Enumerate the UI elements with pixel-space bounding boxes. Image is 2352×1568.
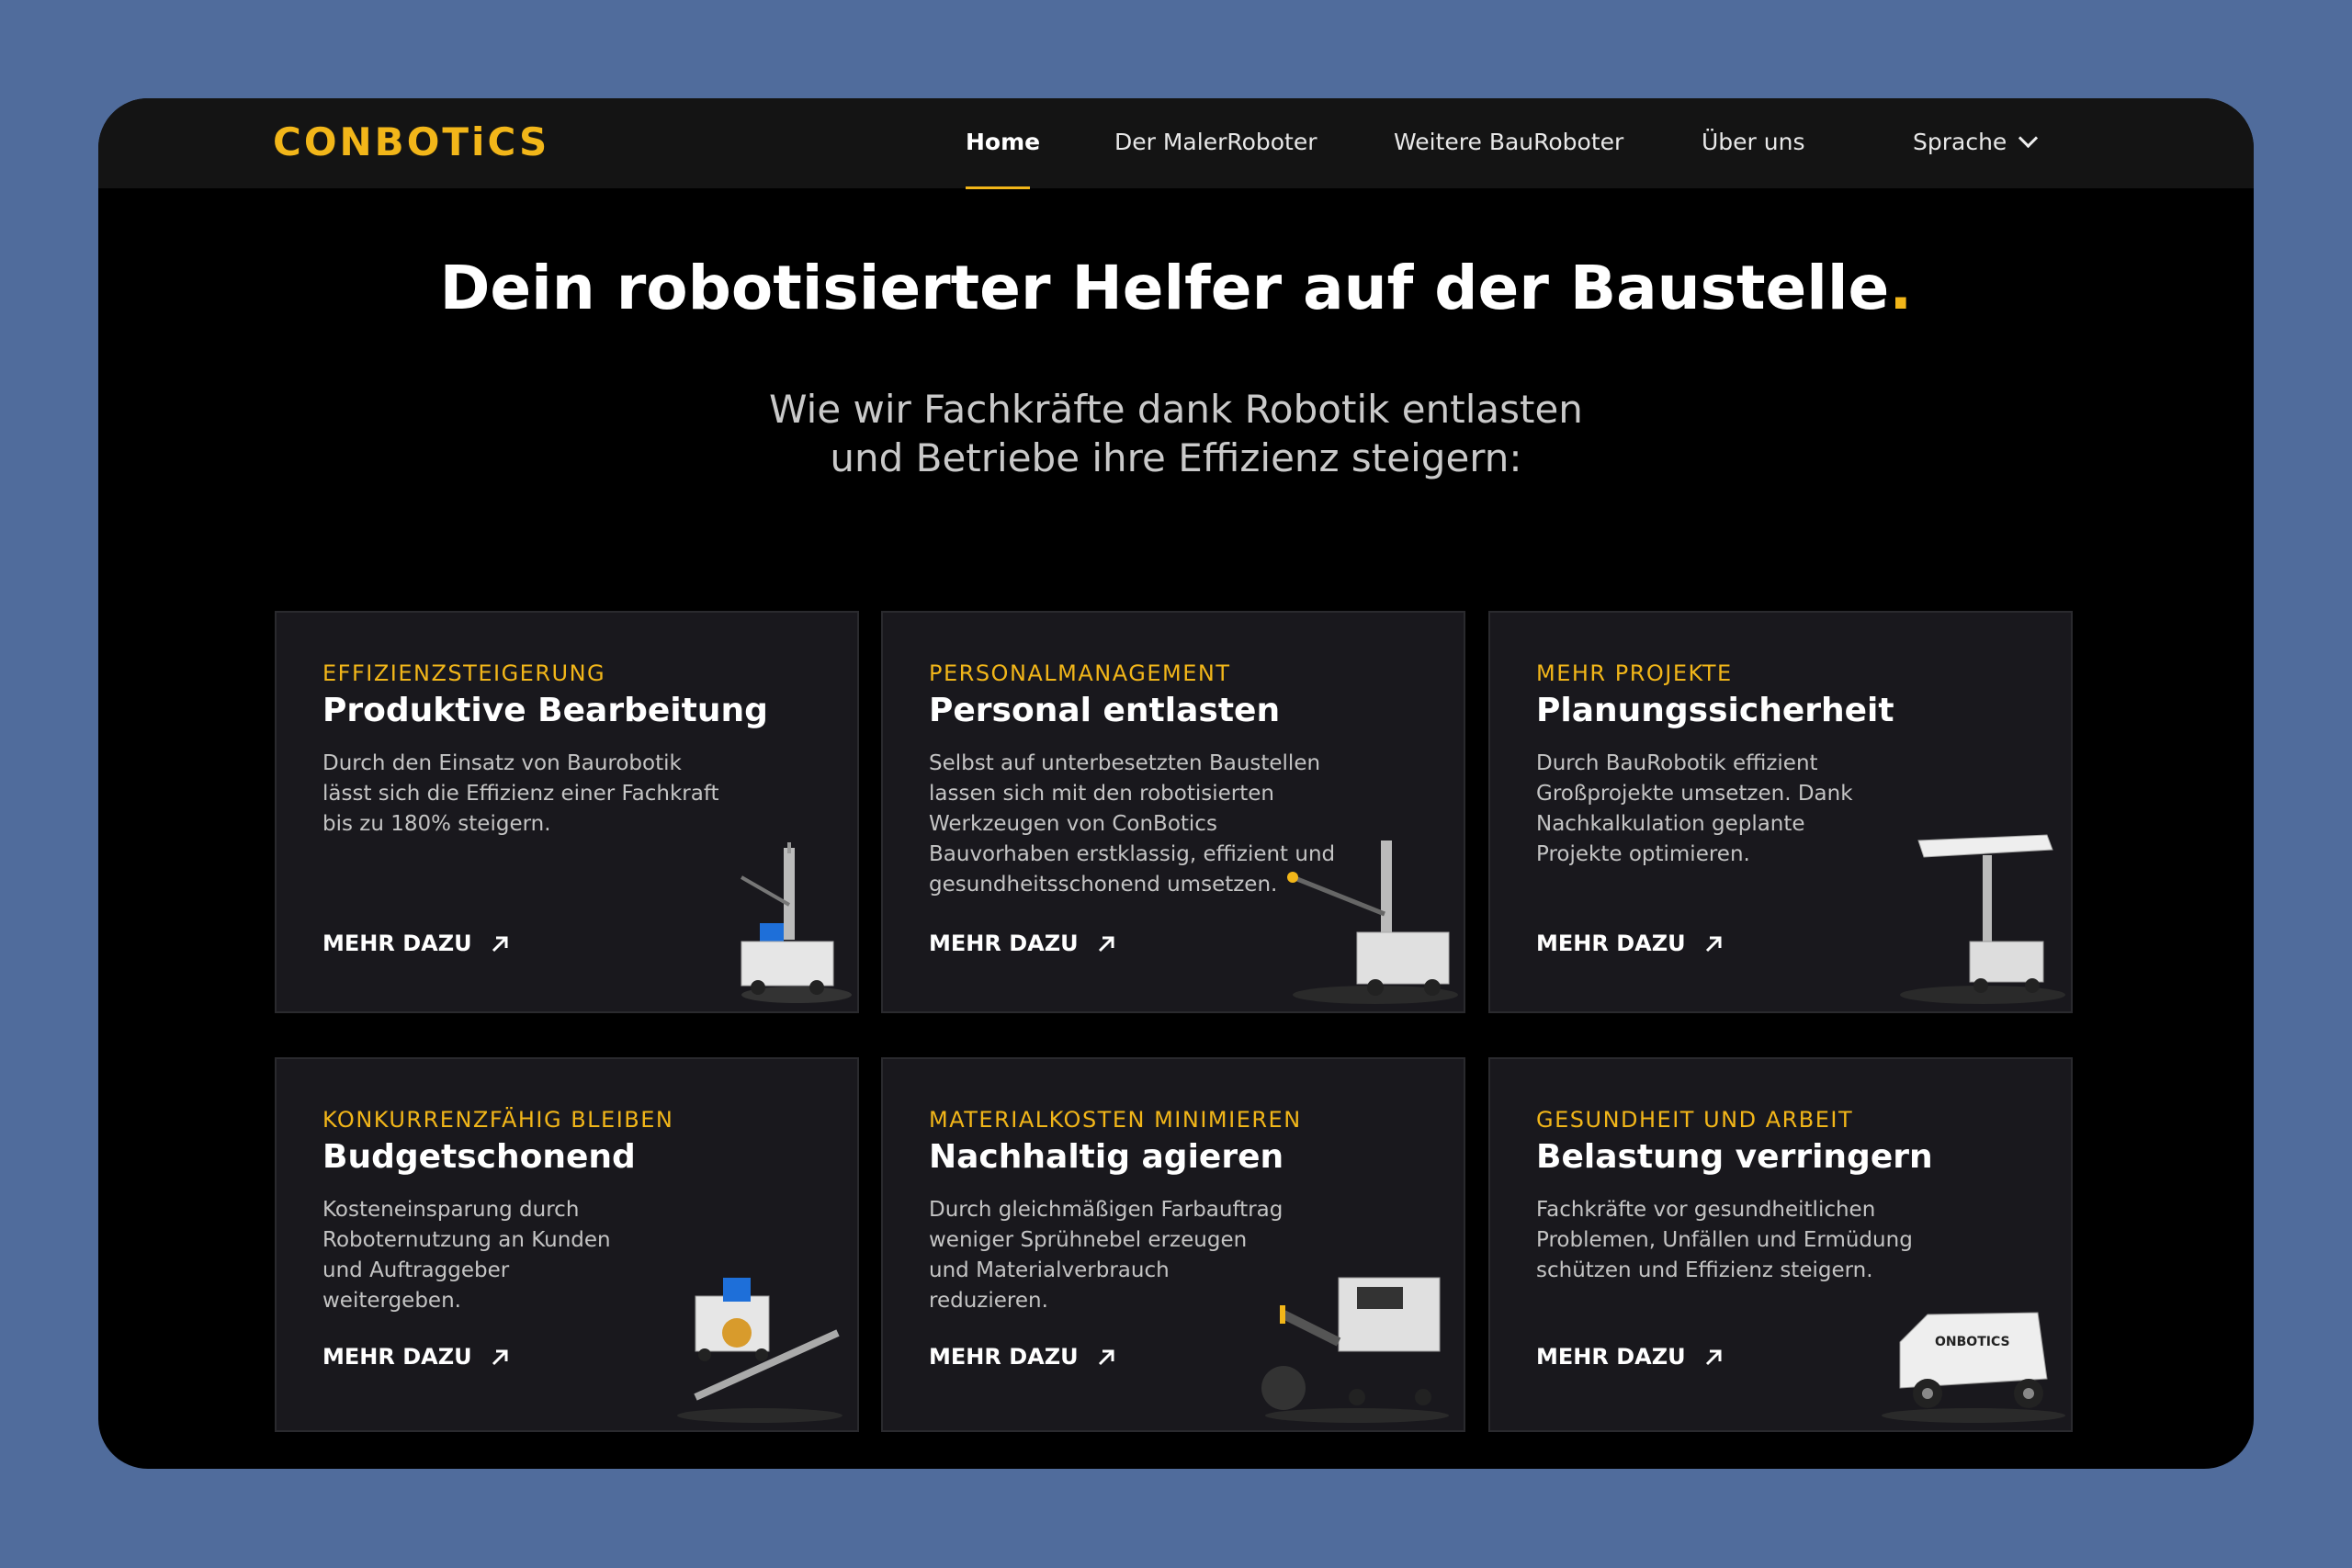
arrow-up-right-icon — [1098, 1349, 1114, 1366]
arrow-up-right-icon — [1098, 936, 1114, 953]
card-personal-entlasten[interactable]: PERSONALMANAGEMENT Personal entlasten Se… — [881, 611, 1465, 1013]
card-description: Durch den Einsatz von Baurobotik lässt si… — [322, 751, 719, 836]
card-category: PERSONALMANAGEMENT — [929, 660, 1231, 686]
card-belastung-verringern[interactable]: GESUNDHEIT UND ARBEIT Belastung verringe… — [1488, 1057, 2073, 1432]
card-title: Belastung verringern — [1536, 1138, 1933, 1176]
mehr-dazu-link[interactable]: MEHR DAZU — [929, 1344, 1117, 1370]
nav-ueber-uns[interactable]: Über uns — [1702, 124, 1805, 161]
hero-subtitle: Wie wir Fachkräfte dank Robotik entlaste… — [769, 387, 1583, 480]
nav-active-underline — [966, 186, 1030, 189]
card-description: Fachkräfte vor gesundheitlichen Problemen… — [1536, 1198, 1913, 1282]
card-title: Nachhaltig agieren — [929, 1138, 1284, 1176]
mehr-dazu-link[interactable]: MEHR DAZU — [322, 1344, 511, 1370]
sanding-robot-image — [1261, 1277, 1449, 1423]
floor-robot-image — [677, 1278, 842, 1423]
conbotics-logo[interactable]: CONBOTiCS — [273, 117, 549, 168]
hero-title: Dein robotisierter Helfer auf der Bauste… — [439, 253, 1913, 323]
card-title: Produktive Bearbeitung — [322, 692, 768, 729]
card-category: GESUNDHEIT UND ARBEIT — [1536, 1107, 1854, 1133]
language-label: Sprache — [1913, 129, 2007, 155]
arrow-up-right-icon — [492, 1349, 508, 1366]
card-title: Personal entlasten — [929, 692, 1281, 729]
painting-robot-image — [1287, 840, 1458, 1004]
card-category: EFFIZIENZSTEIGERUNG — [322, 660, 606, 686]
mehr-dazu-link[interactable]: MEHR DAZU — [1536, 1344, 1724, 1370]
card-category: MATERIALKOSTEN MINIMIEREN — [929, 1107, 1302, 1133]
card-category: KONKURRENZFÄHIG BLEIBEN — [322, 1107, 674, 1133]
language-dropdown[interactable]: Sprache — [1913, 124, 2039, 161]
mehr-dazu-link[interactable]: MEHR DAZU — [322, 931, 511, 956]
card-planungssicherheit[interactable]: MEHR PROJEKTE Planungssicherheit Durch B… — [1488, 611, 2073, 1013]
browser-window: CONBOTiCS Home Der MalerRoboter Weitere … — [98, 98, 2254, 1469]
ceiling-robot-image — [1900, 834, 2065, 1004]
robot-vehicle-image: ONBOTICS — [1882, 1312, 2065, 1423]
nav-home[interactable]: Home — [966, 124, 1040, 161]
painting-robot-image — [741, 842, 852, 1003]
mehr-dazu-link[interactable]: MEHR DAZU — [1536, 931, 1724, 956]
nav-weitere-bauroboter[interactable]: Weitere BauRoboter — [1394, 124, 1623, 161]
mehr-dazu-link[interactable]: MEHR DAZU — [929, 931, 1117, 956]
card-title: Planungssicherheit — [1536, 692, 1894, 729]
top-navbar: CONBOTiCS Home Der MalerRoboter Weitere … — [98, 98, 2254, 189]
chevron-down-icon — [2018, 128, 2039, 149]
arrow-up-right-icon — [1705, 936, 1722, 953]
arrow-up-right-icon — [1705, 1349, 1722, 1366]
arrow-up-right-icon — [492, 936, 508, 953]
card-produktive-bearbeitung[interactable]: EFFIZIENZSTEIGERUNG Produktive Bearbeitu… — [275, 611, 859, 1013]
robot-logo-label: ONBOTICS — [1935, 1335, 2010, 1349]
card-title: Budgetschonend — [322, 1138, 636, 1176]
card-category: MEHR PROJEKTE — [1536, 660, 1733, 686]
card-budgetschonend[interactable]: KONKURRENZFÄHIG BLEIBEN Budgetschonend K… — [275, 1057, 859, 1432]
nav-der-malerroboter[interactable]: Der MalerRoboter — [1114, 124, 1317, 161]
card-nachhaltig-agieren[interactable]: MATERIALKOSTEN MINIMIEREN Nachhaltig agi… — [881, 1057, 1465, 1432]
